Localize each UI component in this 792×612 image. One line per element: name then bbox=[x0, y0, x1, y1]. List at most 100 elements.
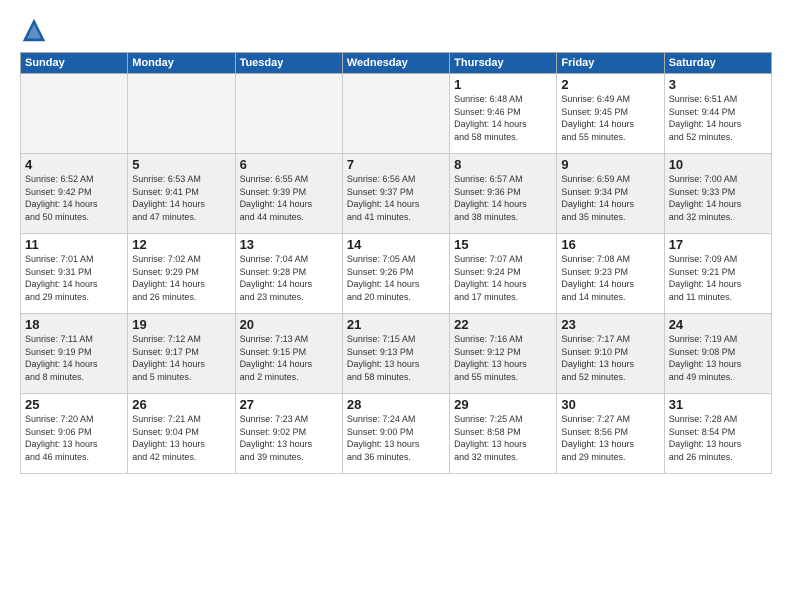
day-number: 26 bbox=[132, 397, 230, 412]
calendar-cell: 25Sunrise: 7:20 AM Sunset: 9:06 PM Dayli… bbox=[21, 394, 128, 474]
day-number: 20 bbox=[240, 317, 338, 332]
calendar-week-1: 1Sunrise: 6:48 AM Sunset: 9:46 PM Daylig… bbox=[21, 74, 772, 154]
calendar-header-sunday: Sunday bbox=[21, 53, 128, 74]
day-info: Sunrise: 7:08 AM Sunset: 9:23 PM Dayligh… bbox=[561, 253, 659, 303]
calendar-cell: 21Sunrise: 7:15 AM Sunset: 9:13 PM Dayli… bbox=[342, 314, 449, 394]
day-number: 28 bbox=[347, 397, 445, 412]
day-info: Sunrise: 6:52 AM Sunset: 9:42 PM Dayligh… bbox=[25, 173, 123, 223]
logo bbox=[20, 16, 50, 44]
day-number: 13 bbox=[240, 237, 338, 252]
day-info: Sunrise: 7:28 AM Sunset: 8:54 PM Dayligh… bbox=[669, 413, 767, 463]
calendar-cell: 19Sunrise: 7:12 AM Sunset: 9:17 PM Dayli… bbox=[128, 314, 235, 394]
day-number: 18 bbox=[25, 317, 123, 332]
calendar-cell: 28Sunrise: 7:24 AM Sunset: 9:00 PM Dayli… bbox=[342, 394, 449, 474]
day-info: Sunrise: 7:05 AM Sunset: 9:26 PM Dayligh… bbox=[347, 253, 445, 303]
day-info: Sunrise: 7:01 AM Sunset: 9:31 PM Dayligh… bbox=[25, 253, 123, 303]
day-number: 10 bbox=[669, 157, 767, 172]
day-info: Sunrise: 6:55 AM Sunset: 9:39 PM Dayligh… bbox=[240, 173, 338, 223]
calendar-cell: 5Sunrise: 6:53 AM Sunset: 9:41 PM Daylig… bbox=[128, 154, 235, 234]
calendar-cell: 13Sunrise: 7:04 AM Sunset: 9:28 PM Dayli… bbox=[235, 234, 342, 314]
calendar-week-2: 4Sunrise: 6:52 AM Sunset: 9:42 PM Daylig… bbox=[21, 154, 772, 234]
day-info: Sunrise: 6:48 AM Sunset: 9:46 PM Dayligh… bbox=[454, 93, 552, 143]
day-number: 3 bbox=[669, 77, 767, 92]
day-info: Sunrise: 7:04 AM Sunset: 9:28 PM Dayligh… bbox=[240, 253, 338, 303]
calendar-header-friday: Friday bbox=[557, 53, 664, 74]
calendar-week-5: 25Sunrise: 7:20 AM Sunset: 9:06 PM Dayli… bbox=[21, 394, 772, 474]
day-info: Sunrise: 7:15 AM Sunset: 9:13 PM Dayligh… bbox=[347, 333, 445, 383]
day-number: 29 bbox=[454, 397, 552, 412]
day-info: Sunrise: 7:16 AM Sunset: 9:12 PM Dayligh… bbox=[454, 333, 552, 383]
calendar-header-wednesday: Wednesday bbox=[342, 53, 449, 74]
calendar-cell: 7Sunrise: 6:56 AM Sunset: 9:37 PM Daylig… bbox=[342, 154, 449, 234]
day-info: Sunrise: 6:59 AM Sunset: 9:34 PM Dayligh… bbox=[561, 173, 659, 223]
day-info: Sunrise: 7:17 AM Sunset: 9:10 PM Dayligh… bbox=[561, 333, 659, 383]
day-number: 5 bbox=[132, 157, 230, 172]
calendar-cell: 6Sunrise: 6:55 AM Sunset: 9:39 PM Daylig… bbox=[235, 154, 342, 234]
day-info: Sunrise: 7:12 AM Sunset: 9:17 PM Dayligh… bbox=[132, 333, 230, 383]
day-info: Sunrise: 7:23 AM Sunset: 9:02 PM Dayligh… bbox=[240, 413, 338, 463]
calendar-cell: 4Sunrise: 6:52 AM Sunset: 9:42 PM Daylig… bbox=[21, 154, 128, 234]
day-number: 8 bbox=[454, 157, 552, 172]
day-info: Sunrise: 7:24 AM Sunset: 9:00 PM Dayligh… bbox=[347, 413, 445, 463]
calendar-cell: 11Sunrise: 7:01 AM Sunset: 9:31 PM Dayli… bbox=[21, 234, 128, 314]
calendar-cell: 9Sunrise: 6:59 AM Sunset: 9:34 PM Daylig… bbox=[557, 154, 664, 234]
day-number: 12 bbox=[132, 237, 230, 252]
calendar-cell: 30Sunrise: 7:27 AM Sunset: 8:56 PM Dayli… bbox=[557, 394, 664, 474]
day-info: Sunrise: 7:27 AM Sunset: 8:56 PM Dayligh… bbox=[561, 413, 659, 463]
day-number: 15 bbox=[454, 237, 552, 252]
calendar-cell: 29Sunrise: 7:25 AM Sunset: 8:58 PM Dayli… bbox=[450, 394, 557, 474]
calendar-cell: 20Sunrise: 7:13 AM Sunset: 9:15 PM Dayli… bbox=[235, 314, 342, 394]
header bbox=[20, 16, 772, 44]
day-number: 25 bbox=[25, 397, 123, 412]
calendar-header-tuesday: Tuesday bbox=[235, 53, 342, 74]
day-number: 17 bbox=[669, 237, 767, 252]
day-number: 23 bbox=[561, 317, 659, 332]
day-number: 14 bbox=[347, 237, 445, 252]
calendar-cell: 27Sunrise: 7:23 AM Sunset: 9:02 PM Dayli… bbox=[235, 394, 342, 474]
calendar-cell: 12Sunrise: 7:02 AM Sunset: 9:29 PM Dayli… bbox=[128, 234, 235, 314]
day-number: 4 bbox=[25, 157, 123, 172]
calendar-week-4: 18Sunrise: 7:11 AM Sunset: 9:19 PM Dayli… bbox=[21, 314, 772, 394]
day-info: Sunrise: 6:53 AM Sunset: 9:41 PM Dayligh… bbox=[132, 173, 230, 223]
day-number: 7 bbox=[347, 157, 445, 172]
day-number: 27 bbox=[240, 397, 338, 412]
day-number: 16 bbox=[561, 237, 659, 252]
day-number: 31 bbox=[669, 397, 767, 412]
day-info: Sunrise: 7:07 AM Sunset: 9:24 PM Dayligh… bbox=[454, 253, 552, 303]
day-info: Sunrise: 7:09 AM Sunset: 9:21 PM Dayligh… bbox=[669, 253, 767, 303]
calendar-cell: 8Sunrise: 6:57 AM Sunset: 9:36 PM Daylig… bbox=[450, 154, 557, 234]
day-number: 19 bbox=[132, 317, 230, 332]
day-info: Sunrise: 7:00 AM Sunset: 9:33 PM Dayligh… bbox=[669, 173, 767, 223]
day-info: Sunrise: 7:02 AM Sunset: 9:29 PM Dayligh… bbox=[132, 253, 230, 303]
calendar-cell bbox=[235, 74, 342, 154]
day-info: Sunrise: 7:19 AM Sunset: 9:08 PM Dayligh… bbox=[669, 333, 767, 383]
calendar: SundayMondayTuesdayWednesdayThursdayFrid… bbox=[20, 52, 772, 474]
calendar-cell bbox=[342, 74, 449, 154]
day-info: Sunrise: 7:20 AM Sunset: 9:06 PM Dayligh… bbox=[25, 413, 123, 463]
day-info: Sunrise: 6:51 AM Sunset: 9:44 PM Dayligh… bbox=[669, 93, 767, 143]
day-number: 2 bbox=[561, 77, 659, 92]
calendar-header-monday: Monday bbox=[128, 53, 235, 74]
calendar-cell: 3Sunrise: 6:51 AM Sunset: 9:44 PM Daylig… bbox=[664, 74, 771, 154]
calendar-cell bbox=[21, 74, 128, 154]
calendar-week-3: 11Sunrise: 7:01 AM Sunset: 9:31 PM Dayli… bbox=[21, 234, 772, 314]
page: SundayMondayTuesdayWednesdayThursdayFrid… bbox=[0, 0, 792, 612]
calendar-header-thursday: Thursday bbox=[450, 53, 557, 74]
day-info: Sunrise: 7:25 AM Sunset: 8:58 PM Dayligh… bbox=[454, 413, 552, 463]
day-number: 21 bbox=[347, 317, 445, 332]
calendar-header-row: SundayMondayTuesdayWednesdayThursdayFrid… bbox=[21, 53, 772, 74]
day-info: Sunrise: 6:56 AM Sunset: 9:37 PM Dayligh… bbox=[347, 173, 445, 223]
calendar-cell: 2Sunrise: 6:49 AM Sunset: 9:45 PM Daylig… bbox=[557, 74, 664, 154]
calendar-cell: 10Sunrise: 7:00 AM Sunset: 9:33 PM Dayli… bbox=[664, 154, 771, 234]
day-number: 6 bbox=[240, 157, 338, 172]
calendar-cell: 23Sunrise: 7:17 AM Sunset: 9:10 PM Dayli… bbox=[557, 314, 664, 394]
day-info: Sunrise: 7:13 AM Sunset: 9:15 PM Dayligh… bbox=[240, 333, 338, 383]
calendar-cell: 15Sunrise: 7:07 AM Sunset: 9:24 PM Dayli… bbox=[450, 234, 557, 314]
calendar-cell: 31Sunrise: 7:28 AM Sunset: 8:54 PM Dayli… bbox=[664, 394, 771, 474]
calendar-cell: 1Sunrise: 6:48 AM Sunset: 9:46 PM Daylig… bbox=[450, 74, 557, 154]
logo-icon bbox=[20, 16, 48, 44]
calendar-cell: 24Sunrise: 7:19 AM Sunset: 9:08 PM Dayli… bbox=[664, 314, 771, 394]
day-number: 1 bbox=[454, 77, 552, 92]
day-number: 22 bbox=[454, 317, 552, 332]
day-number: 9 bbox=[561, 157, 659, 172]
